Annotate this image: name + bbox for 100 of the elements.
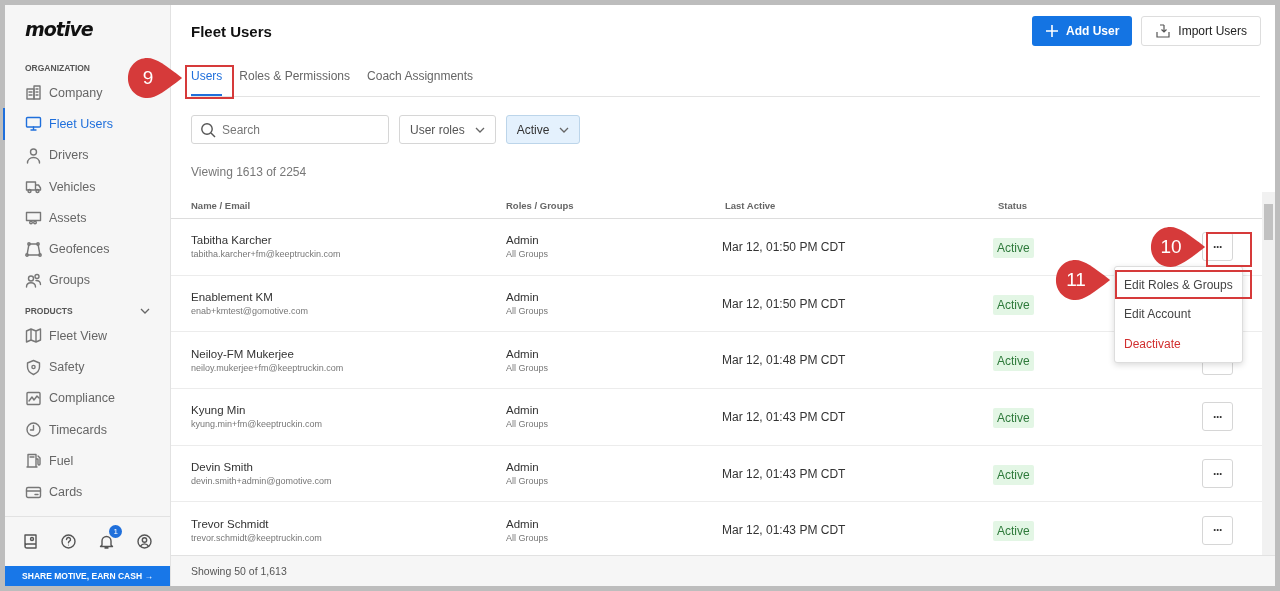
- role-name: Admin: [506, 404, 540, 417]
- more-actions-button[interactable]: ···: [1202, 402, 1233, 432]
- geofence-icon: [25, 240, 42, 258]
- scrollbar[interactable]: [1262, 192, 1275, 555]
- add-user-button[interactable]: Add User: [1031, 16, 1133, 46]
- user-email: kyung.min+fm@keeptruckin.com: [191, 419, 323, 430]
- user-email: tabitha.karcher+fm@keeptruckin.com: [191, 249, 342, 260]
- import-icon: [1155, 23, 1172, 39]
- role-name: Admin: [506, 461, 540, 474]
- role-name: Admin: [506, 517, 540, 530]
- section-title: PRODUCTS: [25, 306, 73, 317]
- status-badge: Active: [993, 237, 1034, 258]
- page-title: Fleet Users: [191, 22, 272, 40]
- more-actions-button[interactable]: ···: [1202, 459, 1233, 489]
- group-name: All Groups: [506, 249, 550, 260]
- role-name: Admin: [506, 347, 540, 360]
- group-name: All Groups: [506, 532, 550, 543]
- user-icon[interactable]: [136, 533, 154, 550]
- status-badge: Active: [993, 464, 1034, 485]
- sidebar-item[interactable]: Fuel: [3, 445, 78, 477]
- last-active-time: Mar 12, 01:43 PM CDT: [722, 466, 847, 481]
- callout-overlay: 9: [127, 57, 183, 99]
- import-users-button[interactable]: Import Users: [1141, 16, 1261, 46]
- menu-item[interactable]: Deactivate: [1115, 329, 1242, 359]
- status-badge: Active: [993, 294, 1034, 315]
- promo-banner[interactable]: SHARE MOTIVE, EARN CASH →: [5, 566, 170, 586]
- group-name: All Groups: [506, 362, 550, 373]
- last-active-time: Mar 12, 01:43 PM CDT: [722, 523, 847, 538]
- notification-badge: 1: [109, 525, 123, 538]
- more-actions-button[interactable]: ···: [1202, 515, 1233, 545]
- menu-item[interactable]: Edit Roles & Groups: [1115, 270, 1242, 300]
- filter-dropdown[interactable]: Active: [505, 115, 581, 144]
- menu-item[interactable]: Edit Account: [1115, 299, 1242, 329]
- sidebar-item[interactable]: Vehicles: [3, 170, 100, 203]
- monitor-icon: [25, 115, 42, 133]
- map-icon: [25, 327, 42, 345]
- sidebar-item[interactable]: Safety: [3, 351, 89, 383]
- group-name: All Groups: [506, 306, 550, 317]
- person-icon: [25, 146, 42, 164]
- status-badge: Active: [993, 351, 1034, 372]
- logo: motive: [24, 17, 93, 42]
- status-badge: Active: [993, 521, 1034, 542]
- truck-icon: [25, 178, 42, 196]
- column-header: Last Active: [724, 199, 777, 211]
- sidebar-item[interactable]: Fleet View: [3, 320, 112, 352]
- user-email: enab+kmtest@gomotive.com: [191, 306, 309, 317]
- shield-icon: [25, 358, 42, 376]
- search-field[interactable]: Search: [191, 115, 389, 144]
- result-count: Viewing 1613 of 2254: [190, 164, 308, 179]
- sidebar-item[interactable]: Company: [3, 77, 107, 109]
- sidebar-item[interactable]: Groups: [3, 264, 94, 297]
- fuel-pump-icon: [25, 452, 42, 470]
- filter-dropdown[interactable]: User roles: [399, 115, 496, 144]
- section-title: ORGANIZATION: [25, 63, 90, 73]
- highlight-overlay: [185, 65, 234, 99]
- user-name: Enablement KM: [191, 291, 274, 304]
- user-name: Trevor Schmidt: [191, 517, 270, 530]
- last-active-time: Mar 12, 01:48 PM CDT: [722, 353, 847, 368]
- sidebar-item[interactable]: Assets: [3, 202, 91, 234]
- last-active-time: Mar 12, 01:43 PM CDT: [722, 409, 847, 424]
- last-active-time: Mar 12, 01:50 PM CDT: [722, 296, 847, 311]
- sidebar-item[interactable]: Compliance: [3, 382, 119, 414]
- tab[interactable]: Coach Assignments: [367, 69, 474, 96]
- sidebar-item[interactable]: Drivers: [3, 139, 93, 171]
- sidebar-item[interactable]: Fleet Users: [3, 108, 117, 140]
- plus-icon: [1044, 24, 1059, 38]
- user-email: trevor.schmidt@keeptruckin.com: [191, 532, 323, 543]
- column-header: Status: [997, 199, 1029, 211]
- callout-overlay: 10: [1150, 226, 1206, 268]
- tab[interactable]: Users: [191, 69, 223, 96]
- user-email: neiloy.mukerjee+fm@keeptruckin.com: [191, 362, 345, 373]
- search-icon: [200, 122, 216, 138]
- column-header: Name / Email: [191, 199, 252, 211]
- clock-icon: [25, 421, 42, 439]
- sidebar-item[interactable]: Geofences: [3, 233, 114, 265]
- group-name: All Groups: [506, 419, 550, 430]
- user-name: Kyung Min: [191, 404, 247, 417]
- people-icon: [25, 271, 42, 289]
- book-icon[interactable]: [21, 533, 39, 550]
- highlight-overlay: [1206, 232, 1252, 267]
- user-email: devin.smith+admin@gomotive.com: [191, 476, 333, 487]
- chevron-down-icon: [474, 126, 485, 133]
- role-name: Admin: [506, 291, 540, 304]
- role-name: Admin: [506, 234, 540, 247]
- user-name: Devin Smith: [191, 461, 254, 474]
- chevron-down-icon: [559, 126, 570, 133]
- tab[interactable]: Roles & Permissions: [239, 69, 351, 96]
- pagination-summary: Showing 50 of 1,613: [171, 555, 1275, 586]
- column-header: Roles / Groups: [506, 199, 575, 211]
- status-badge: Active: [993, 407, 1034, 428]
- building-icon: [25, 84, 42, 102]
- user-name: Neiloy-FM Mukerjee: [191, 347, 295, 360]
- group-name: All Groups: [506, 476, 550, 487]
- help-icon[interactable]: [59, 533, 77, 550]
- callout-overlay: 11: [1055, 259, 1111, 301]
- bell-icon[interactable]: [98, 533, 116, 550]
- last-active-time: Mar 12, 01:50 PM CDT: [722, 239, 847, 254]
- sidebar-item[interactable]: Timecards: [3, 413, 111, 446]
- sidebar-item[interactable]: Cards: [3, 476, 87, 508]
- chart-icon: [25, 389, 42, 407]
